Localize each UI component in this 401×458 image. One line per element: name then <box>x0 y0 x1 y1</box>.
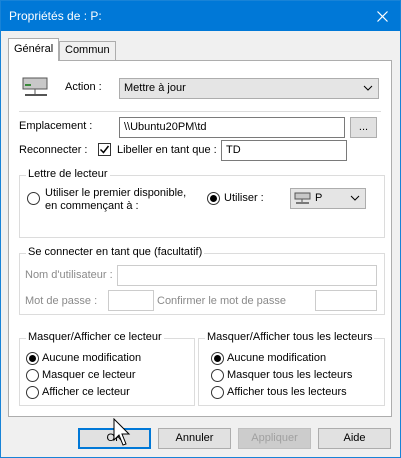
tab-general[interactable]: Général <box>8 38 60 61</box>
show-drive-label: Afficher ce lecteur <box>42 386 130 398</box>
checkmark-icon <box>99 145 110 154</box>
tab-general-label: Général <box>14 43 54 55</box>
hide-all-radio[interactable] <box>211 369 224 382</box>
apply-label: Appliquer <box>251 432 298 444</box>
browse-label: ... <box>358 121 369 133</box>
browse-button[interactable]: ... <box>350 117 377 138</box>
reconnect-checkbox[interactable] <box>98 143 111 156</box>
all-no-change-label: Aucune modification <box>227 352 327 364</box>
drive-letter-value: P <box>315 192 323 204</box>
action-label: Action : <box>65 81 102 93</box>
use-radio[interactable] <box>207 192 220 205</box>
reconnect-label: Reconnecter : <box>19 144 88 156</box>
title-bar[interactable]: Propriétés de : P: <box>1 1 400 31</box>
hide-all-label: Masquer tous les lecteurs <box>227 369 353 381</box>
action-value: Mettre à jour <box>124 82 186 94</box>
username-input[interactable] <box>117 265 377 286</box>
location-input[interactable]: \\Ubuntu20PM\td <box>119 117 345 138</box>
show-hide-drive-group: Masquer/Afficher ce lecteur Aucune modif… <box>19 331 195 406</box>
cancel-button[interactable]: Annuler <box>158 428 231 449</box>
label-as-label: Libeller en tant que : <box>117 144 217 156</box>
action-select[interactable]: Mettre à jour <box>119 78 379 99</box>
show-drive-radio[interactable] <box>26 386 39 399</box>
all-no-change-radio[interactable] <box>211 352 224 365</box>
use-label: Utiliser : <box>224 192 264 204</box>
chevron-down-icon <box>363 85 373 91</box>
tab-common[interactable]: Commun <box>59 41 116 60</box>
cancel-label: Annuler <box>175 432 214 444</box>
location-label: Emplacement : <box>19 120 93 132</box>
show-all-label: Afficher tous les lecteurs <box>227 386 347 398</box>
tab-common-label: Commun <box>65 44 110 56</box>
show-all-radio[interactable] <box>211 386 224 399</box>
no-change-label: Aucune modification <box>42 352 142 364</box>
connect-as-legend: Se connecter en tant que (facultatif) <box>26 246 205 258</box>
apply-button[interactable]: Appliquer <box>238 428 311 449</box>
password-label: Mot de passe : <box>25 295 98 307</box>
help-button[interactable]: Aide <box>318 428 391 449</box>
label-as-value: TD <box>226 144 241 156</box>
label-as-input[interactable]: TD <box>221 140 347 161</box>
network-drive-icon <box>22 77 48 96</box>
no-change-radio[interactable] <box>26 352 39 365</box>
properties-dialog: Propriétés de : P: Général Commun Action… <box>0 0 401 458</box>
password-input[interactable] <box>108 290 154 311</box>
general-panel: Action : Mettre à jour Emplacement : \\U… <box>8 60 392 417</box>
help-label: Aide <box>343 432 366 444</box>
network-drive-icon <box>294 192 311 204</box>
show-hide-drive-legend: Masquer/Afficher ce lecteur <box>26 331 164 343</box>
show-hide-all-group: Masquer/Afficher tous les lecteurs Aucun… <box>198 331 385 406</box>
separator <box>19 111 381 112</box>
chevron-down-icon <box>350 195 360 201</box>
first-available-radio[interactable] <box>27 192 40 205</box>
drive-letter-legend: Lettre de lecteur <box>26 168 110 180</box>
hide-drive-label: Masquer ce lecteur <box>42 369 136 381</box>
mouse-pointer-icon <box>113 418 131 446</box>
username-label: Nom d'utilisateur : <box>25 269 113 281</box>
connect-as-group: Se connecter en tant que (facultatif) No… <box>19 246 385 315</box>
hide-drive-radio[interactable] <box>26 369 39 382</box>
close-button[interactable] <box>364 1 400 31</box>
confirm-password-label: Confirmer le mot de passe <box>157 295 286 307</box>
close-icon <box>376 10 388 22</box>
drive-letter-group: Lettre de lecteur Utiliser le premier di… <box>19 168 385 238</box>
window-title: Propriétés de : P: <box>9 9 102 23</box>
drive-letter-select[interactable]: P <box>290 188 366 209</box>
show-hide-all-legend: Masquer/Afficher tous les lecteurs <box>205 331 375 343</box>
first-available-label: Utiliser le premier disponible, en comme… <box>45 187 187 212</box>
location-value: \\Ubuntu20PM\td <box>124 121 207 133</box>
confirm-password-input[interactable] <box>315 290 377 311</box>
